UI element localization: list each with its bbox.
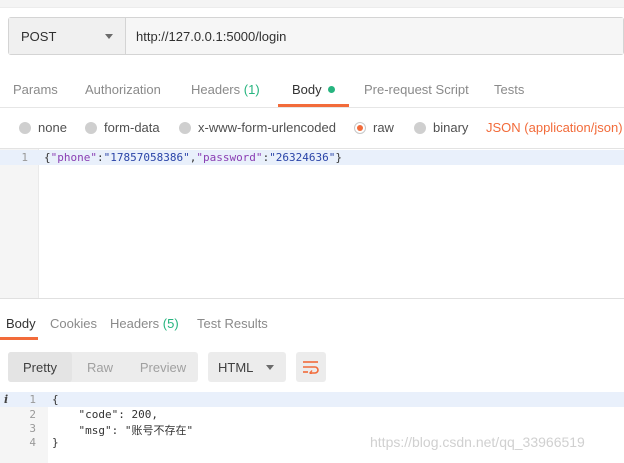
tab-headers-count: (1) <box>243 82 260 97</box>
code-line: {"phone":"17857058386","password":"26324… <box>44 151 342 164</box>
json-value: "17857058386" <box>103 151 190 164</box>
line-number: 3 <box>29 422 36 435</box>
tab-response-headers-count: (5) <box>162 316 179 331</box>
format-label: HTML <box>218 359 254 375</box>
divider <box>0 107 624 108</box>
method-label: POST <box>21 28 57 44</box>
radio-urlencoded-label: x-www-form-urlencoded <box>198 120 336 135</box>
request-url-bar: POST http://127.0.0.1:5000/login <box>8 17 624 55</box>
code-line: "code": 200, <box>52 408 158 421</box>
json-value: "26324636" <box>269 151 336 164</box>
code-line: } <box>52 436 59 449</box>
tab-headers[interactable]: Headers (1) <box>191 82 260 97</box>
view-preview-button[interactable]: Preview <box>128 352 198 382</box>
chevron-down-icon <box>105 33 113 39</box>
radio-circle-icon <box>85 121 97 134</box>
tab-test-results[interactable]: Test Results <box>197 316 268 331</box>
active-line-highlight <box>0 392 624 407</box>
tab-params[interactable]: Params <box>13 82 58 97</box>
url-input[interactable]: http://127.0.0.1:5000/login <box>126 18 623 54</box>
code-line: { <box>52 393 59 406</box>
radio-raw[interactable]: raw <box>354 120 394 135</box>
tab-response-body[interactable]: Body <box>6 316 36 331</box>
request-tabs: Params Authorization Headers (1) Body Pr… <box>0 72 624 108</box>
active-tab-underline <box>0 337 38 340</box>
radio-selected-icon <box>354 121 366 134</box>
radio-binary-label: binary <box>433 120 469 135</box>
wrap-lines-icon <box>303 361 319 374</box>
radio-none-label: none <box>38 120 67 135</box>
radio-urlencoded[interactable]: x-www-form-urlencoded <box>179 120 336 135</box>
method-select[interactable]: POST <box>9 18 126 54</box>
line-number: 4 <box>29 436 36 449</box>
radio-binary[interactable]: binary <box>414 120 468 135</box>
radio-form-data[interactable]: form-data <box>85 120 160 135</box>
radio-raw-label: raw <box>373 120 394 135</box>
response-tabs: Body Cookies Headers (5) Test Results <box>0 306 624 340</box>
tab-cookies[interactable]: Cookies <box>50 316 97 331</box>
radio-none[interactable]: none <box>19 120 67 135</box>
json-key: "password" <box>196 151 263 164</box>
json-colon: : <box>96 151 104 164</box>
view-pretty-button[interactable]: Pretty <box>8 352 72 382</box>
response-body-viewer[interactable]: i 1 { 2 "code": 200, 3 "msg": "账号不存在" 4 … <box>0 392 624 463</box>
view-raw-button[interactable]: Raw <box>72 352 128 382</box>
radio-form-data-label: form-data <box>104 120 160 135</box>
line-number: 1 <box>29 393 36 406</box>
view-mode-group: Pretty Raw Preview <box>8 352 198 382</box>
radio-circle-icon <box>414 121 426 134</box>
json-brace: } <box>335 151 343 164</box>
line-number: 2 <box>29 408 36 421</box>
tab-authorization[interactable]: Authorization <box>85 82 161 97</box>
tab-response-headers[interactable]: Headers (5) <box>110 316 179 331</box>
response-view-bar: Pretty Raw Preview HTML <box>8 352 326 382</box>
format-select[interactable]: HTML <box>208 352 286 382</box>
radio-circle-icon <box>179 121 191 134</box>
tab-response-headers-label: Headers <box>110 316 160 331</box>
code-line: "msg": "账号不存在" <box>52 424 194 437</box>
body-indicator-dot-icon <box>327 86 335 93</box>
wrap-lines-button[interactable] <box>296 352 326 382</box>
watermark-text: https://blog.csdn.net/qq_33966519 <box>370 434 585 450</box>
tab-headers-label: Headers <box>191 82 241 97</box>
tab-tests[interactable]: Tests <box>494 82 524 97</box>
request-body-editor[interactable]: 1 {"phone":"17857058386","password":"263… <box>0 148 624 299</box>
editor-gutter <box>0 149 39 298</box>
json-key: "phone" <box>50 151 97 164</box>
json-brace: { <box>44 151 51 164</box>
line-number: 1 <box>21 151 28 164</box>
tab-body-label: Body <box>292 82 322 97</box>
tab-prerequest-script[interactable]: Pre-request Script <box>364 82 469 97</box>
url-text: http://127.0.0.1:5000/login <box>136 28 287 44</box>
top-strip <box>0 0 624 8</box>
radio-circle-icon <box>19 121 31 134</box>
content-type-dropdown[interactable]: JSON (application/json) <box>486 120 623 135</box>
tab-body[interactable]: Body <box>292 82 335 97</box>
chevron-down-icon <box>266 364 274 370</box>
body-mode-radios: none form-data x-www-form-urlencoded raw… <box>0 117 624 139</box>
